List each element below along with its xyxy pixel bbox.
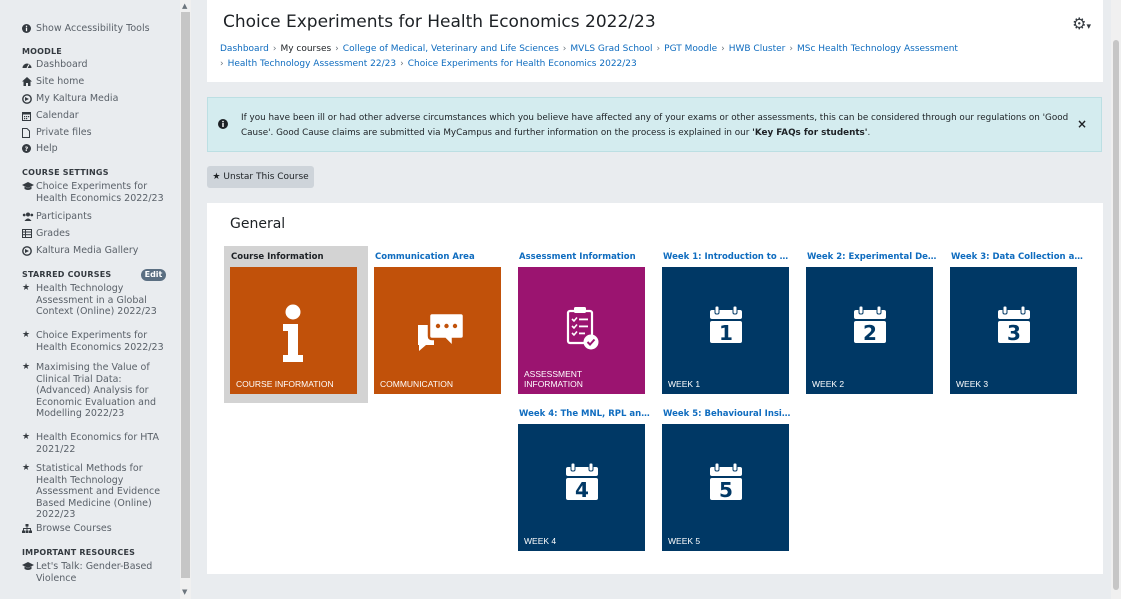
info-circle-icon: [218, 119, 228, 132]
moodle-heading: MOODLE: [22, 47, 62, 56]
users-icon: [22, 211, 36, 223]
breadcrumb-item[interactable]: MSc Health Technology Assessment: [797, 44, 958, 54]
breadcrumb-item[interactable]: College of Medical, Veterinary and Life …: [343, 44, 559, 54]
tile-week-2[interactable]: Week 2: Experimental Designs 2 WEEK 2: [800, 246, 944, 403]
calendar-icon: 1: [710, 305, 742, 345]
tile-week-4[interactable]: Week 4: The MNL, RPL and LC... 4 WEEK 4: [512, 403, 656, 558]
sitemap-icon: [22, 523, 36, 535]
sidebar-item-lets-talk[interactable]: Let's Talk: Gender-Based Violence: [22, 561, 176, 584]
calendar-icon: [22, 110, 36, 122]
calendar-icon: 5: [710, 462, 742, 502]
star-icon: ★: [22, 432, 31, 442]
breadcrumb-item[interactable]: Health Technology Assessment 22/23: [228, 59, 396, 69]
table-icon: [22, 228, 36, 240]
question-circle-icon: ?: [22, 143, 36, 155]
starred-course-item[interactable]: ★ Health Technology Assessment in a Glob…: [22, 283, 176, 318]
svg-text:?: ?: [25, 146, 29, 153]
kaltura-icon: [22, 93, 36, 105]
breadcrumb-item[interactable]: PGT Moodle: [664, 44, 717, 54]
file-icon: [22, 127, 36, 139]
home-icon: [22, 76, 36, 88]
star-icon: ★: [22, 283, 31, 293]
svg-text:1: 1: [719, 321, 733, 345]
info-circle-icon: [22, 23, 36, 35]
tile-course-information[interactable]: Course Information COURSE INFORMATION: [224, 246, 368, 403]
sidebar-item-participants[interactable]: Participants: [22, 211, 176, 223]
good-cause-alert: If you have been ill or had other advers…: [207, 97, 1102, 152]
course-content: General Course Information COURSE INFORM…: [207, 203, 1103, 574]
svg-text:3: 3: [1007, 321, 1021, 345]
breadcrumb-item[interactable]: Dashboard: [220, 44, 269, 54]
starred-course-item[interactable]: ★ Health Economics for HTA 2021/22: [22, 432, 176, 455]
tile-body[interactable]: 2 WEEK 2: [806, 267, 933, 394]
show-accessibility-tools[interactable]: Show Accessibility Tools: [22, 23, 176, 35]
tile-body[interactable]: 4 WEEK 4: [518, 424, 645, 551]
star-icon: ★: [22, 463, 31, 473]
breadcrumb-item[interactable]: MVLS Grad School: [570, 44, 652, 54]
sidebar-item-dashboard[interactable]: Dashboard: [22, 59, 176, 71]
graduation-cap-icon: [22, 561, 36, 573]
tile-week-5[interactable]: Week 5: Behavioural Insights ... 5 WEEK …: [656, 403, 800, 558]
calendar-icon: 4: [566, 462, 598, 502]
breadcrumb-item[interactable]: HWB Cluster: [729, 44, 786, 54]
svg-text:4: 4: [575, 478, 589, 502]
star-icon: ★: [212, 172, 221, 182]
sidebar-item-current-course[interactable]: Choice Experiments for Health Economics …: [22, 181, 176, 204]
sidebar-scrollbar-thumb[interactable]: [181, 12, 190, 578]
unstar-course-button[interactable]: ★ Unstar This Course: [207, 166, 314, 188]
svg-text:2: 2: [863, 321, 877, 345]
tile-body[interactable]: ASSESSMENT INFORMATION: [518, 267, 645, 394]
tile-week-3[interactable]: Week 3: Data Collection and ... 3 WEEK 3: [944, 246, 1088, 403]
scroll-up-arrow-icon[interactable]: ▲: [182, 2, 187, 10]
tile-body[interactable]: 5 WEEK 5: [662, 424, 789, 551]
breadcrumb-item[interactable]: My courses: [280, 44, 331, 54]
tile-body[interactable]: 1 WEEK 1: [662, 267, 789, 394]
sidebar-item-site-home[interactable]: Site home: [22, 76, 176, 88]
sidebar-item-private-files[interactable]: Private files: [22, 127, 176, 139]
tile-week-1[interactable]: Week 1: Introduction to Discr... 1 WEEK …: [656, 246, 800, 403]
close-icon[interactable]: ×: [1077, 117, 1087, 131]
kaltura-icon: [22, 245, 36, 257]
sidebar-item-kaltura-media[interactable]: My Kaltura Media: [22, 93, 176, 105]
chat-icon: [418, 311, 466, 351]
page-scrollbar-thumb[interactable]: [1113, 40, 1119, 590]
starred-course-item[interactable]: ★ Choice Experiments for Health Economic…: [22, 330, 176, 353]
starred-courses-heading: STARRED COURSES: [22, 270, 112, 279]
svg-text:5: 5: [719, 478, 733, 502]
calendar-icon: 3: [998, 305, 1030, 345]
starred-course-item[interactable]: ★ Statistical Methods for Health Technol…: [22, 463, 176, 521]
sidebar-item-calendar[interactable]: Calendar: [22, 110, 176, 122]
sidebar: Show Accessibility Tools MOODLE Dashboar…: [0, 0, 180, 599]
tile-body[interactable]: 3 WEEK 3: [950, 267, 1077, 394]
key-faqs-link[interactable]: 'Key FAQs for students': [752, 128, 867, 138]
dashboard-icon: [22, 59, 36, 71]
graduation-cap-icon: [22, 181, 36, 193]
tile-communication-area[interactable]: Communication Area COMMUNICATION: [368, 246, 512, 403]
page-header: Choice Experiments for Health Economics …: [207, 0, 1103, 82]
course-settings-heading: COURSE SETTINGS: [22, 168, 109, 177]
breadcrumb: Dashboard › My courses › College of Medical,…: [220, 44, 958, 69]
alert-message: If you have been ill or had other advers…: [241, 113, 1069, 138]
tile-body[interactable]: COURSE INFORMATION: [230, 267, 357, 394]
calendar-icon: 2: [854, 305, 886, 345]
page-title: Choice Experiments for Health Economics …: [223, 12, 656, 32]
tile-assessment-information[interactable]: Assessment Information ASSESSMENT INFORM…: [512, 246, 656, 403]
browse-courses[interactable]: Browse Courses: [22, 523, 176, 535]
star-icon: ★: [22, 362, 31, 372]
starred-course-item[interactable]: ★ Maximising the Value of Clinical Trial…: [22, 362, 176, 420]
star-icon: ★: [22, 330, 31, 340]
sidebar-item-grades[interactable]: Grades: [22, 228, 176, 240]
sidebar-item-help[interactable]: ? Help: [22, 143, 176, 155]
tile-body[interactable]: COMMUNICATION: [374, 267, 501, 394]
breadcrumb-item[interactable]: Choice Experiments for Health Economics …: [408, 59, 637, 69]
section-title: General: [230, 216, 286, 232]
important-resources-heading: IMPORTANT RESOURCES: [22, 548, 136, 557]
scroll-down-arrow-icon[interactable]: ▼: [182, 588, 187, 596]
info-icon: [283, 304, 303, 362]
edit-starred-button[interactable]: Edit: [141, 269, 166, 281]
settings-gear-icon[interactable]: ⚙▾: [1072, 14, 1091, 33]
sidebar-item-kaltura-gallery[interactable]: Kaltura Media Gallery: [22, 245, 176, 257]
